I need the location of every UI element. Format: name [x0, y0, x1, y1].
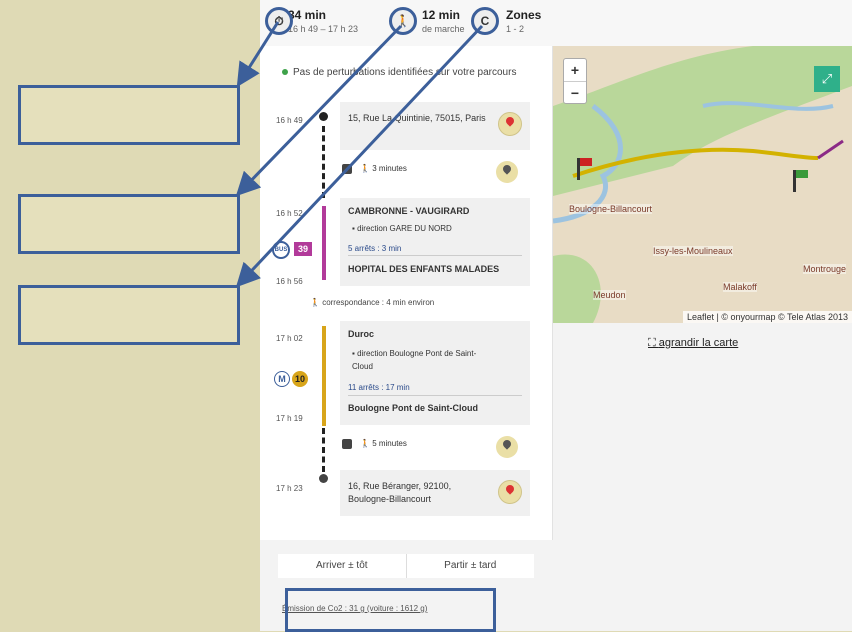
zoom-out-button[interactable]: − — [564, 82, 586, 104]
transfer-note: 🚶 correspondance : 4 min environ — [310, 298, 435, 307]
zoom-in-button[interactable]: + — [564, 59, 586, 82]
zone-c-icon: C — [471, 7, 499, 35]
bus-direction: ▪ direction GARE DU NORD — [352, 224, 452, 233]
metro-to-stop: Boulogne Pont de Saint-Cloud — [348, 403, 478, 413]
metro-stops-link[interactable]: 11 arrêts : 17 min — [348, 383, 410, 392]
walk-summary: 12 min de marche — [422, 8, 465, 34]
pedestrian-icon: 🚶 — [310, 298, 323, 307]
walk-step-2-text: 5 minutes — [372, 439, 407, 449]
map-label-issy: Issy-les-Moulineaux — [653, 246, 733, 256]
duration-summary: 34 min 16 h 49 – 17 h 23 — [288, 8, 358, 34]
time-metro-departure: 17 h 02 — [276, 334, 303, 343]
itinerary-panel: Pas de perturbations identifiées sur vot… — [260, 46, 553, 540]
origin-address: 15, Rue La Quintinie, 75015, Paris — [348, 113, 486, 123]
bus-card: CAMBRONNE - VAUGIRARD ▪ direction GARE D… — [340, 198, 530, 286]
destination-node — [319, 474, 328, 483]
status-dot-icon — [282, 69, 288, 76]
bus-line-bar — [322, 206, 326, 280]
bus-stops-link[interactable]: 5 arrêts : 3 min — [348, 244, 401, 253]
walk-step-1: 🚶 3 minutes — [342, 164, 407, 174]
bus-from-stop: CAMBRONNE - VAUGIRARD — [348, 206, 470, 216]
annotation-callout-box — [18, 194, 240, 254]
time-departure: 16 h 49 — [276, 116, 303, 125]
walk-toggle-icon[interactable] — [342, 439, 352, 449]
pedestrian-icon: 🚶 — [360, 439, 373, 449]
duration-times: 16 h 49 – 17 h 23 — [288, 24, 359, 34]
zones-value: 1 - 2 — [506, 24, 525, 34]
time-bus-arrival: 16 h 56 — [276, 277, 303, 286]
metro-line-bar — [322, 326, 326, 426]
map-tiles — [553, 46, 852, 323]
zones-label: Zones — [506, 8, 542, 22]
leave-later-button[interactable]: Partir ± tard — [407, 554, 535, 578]
annotation-callout-box — [18, 85, 240, 145]
map-label-boulogne: Boulogne-Billancourt — [569, 204, 653, 214]
walk-map-pin-icon[interactable] — [496, 161, 518, 183]
walk-connector — [322, 126, 328, 198]
bus-line-badge: 39 — [294, 242, 313, 256]
origin-node — [319, 112, 328, 121]
fullscreen-icon[interactable]: ⤢ — [814, 66, 840, 92]
expand-icon: ⛶ — [648, 337, 659, 349]
arrive-earlier-button[interactable]: Arriver ± tôt — [278, 554, 407, 578]
metro-direction: ▪ direction Boulogne Pont de Saint-Cloud — [352, 349, 477, 371]
clock-icon: ⏱ — [265, 7, 293, 35]
disruption-notice: Pas de perturbations identifiées sur vot… — [282, 66, 532, 80]
map-label-montrouge: Montrouge — [803, 264, 847, 274]
map-pin-icon[interactable] — [498, 480, 522, 504]
annotation-callout-box — [18, 285, 240, 345]
map-attribution: Leaflet | © onyourmap © Tele Atlas 2013 — [682, 311, 852, 323]
metro-from-stop: Duroc — [348, 329, 375, 339]
walk-step-2: 🚶 5 minutes — [342, 439, 407, 449]
disruption-text: Pas de perturbations identifiées sur vot… — [293, 67, 517, 78]
walk-icon: 🚶 — [389, 7, 417, 35]
walk-label: de marche — [422, 24, 465, 34]
route-map[interactable]: Boulogne-Billancourt Issy-les-Moulineaux… — [553, 46, 852, 323]
map-pin-icon[interactable] — [498, 112, 522, 136]
zones-summary: Zones 1 - 2 — [506, 8, 541, 34]
time-adjust-buttons: Arriver ± tôt Partir ± tard — [278, 554, 534, 578]
annotation-highlight-box — [285, 588, 496, 632]
destination-flag-icon — [793, 170, 808, 192]
time-metro-arrival: 17 h 19 — [276, 414, 303, 423]
walk-connector — [322, 428, 328, 472]
walk-value: 12 min — [422, 8, 461, 22]
destination-card[interactable]: 16, Rue Béranger, 92100, Boulogne-Billan… — [340, 470, 530, 516]
map-label-meudon: Meudon — [593, 290, 626, 300]
bus-mode-icon: BUS — [272, 241, 290, 259]
pedestrian-icon: 🚶 — [360, 164, 373, 174]
zoom-control: + − — [563, 58, 587, 104]
itinerary-summary: 34 min 16 h 49 – 17 h 23 12 min de march… — [260, 0, 852, 47]
bus-to-stop: HOPITAL DES ENFANTS MALADES — [348, 264, 500, 274]
time-arrival: 17 h 23 — [276, 484, 303, 493]
walk-toggle-icon[interactable] — [342, 164, 352, 174]
metro-mode-icon: M — [274, 371, 290, 387]
enlarge-map-link[interactable]: ⛶ agrandir la carte — [648, 337, 738, 350]
walk-step-1-text: 3 minutes — [372, 164, 407, 174]
metro-line-badge: 10 — [292, 371, 308, 387]
time-bus-departure: 16 h 52 — [276, 209, 303, 218]
metro-card: Duroc ▪ direction Boulogne Pont de Saint… — [340, 321, 530, 425]
duration-value: 34 min — [288, 8, 327, 22]
divider — [348, 395, 522, 396]
divider — [348, 255, 522, 256]
destination-address: 16, Rue Béranger, 92100, Boulogne-Billan… — [348, 481, 452, 504]
walk-map-pin-icon[interactable] — [496, 436, 518, 458]
origin-card[interactable]: 15, Rue La Quintinie, 75015, Paris — [340, 102, 530, 150]
origin-flag-icon — [577, 158, 592, 180]
map-label-malakoff: Malakoff — [723, 282, 757, 292]
